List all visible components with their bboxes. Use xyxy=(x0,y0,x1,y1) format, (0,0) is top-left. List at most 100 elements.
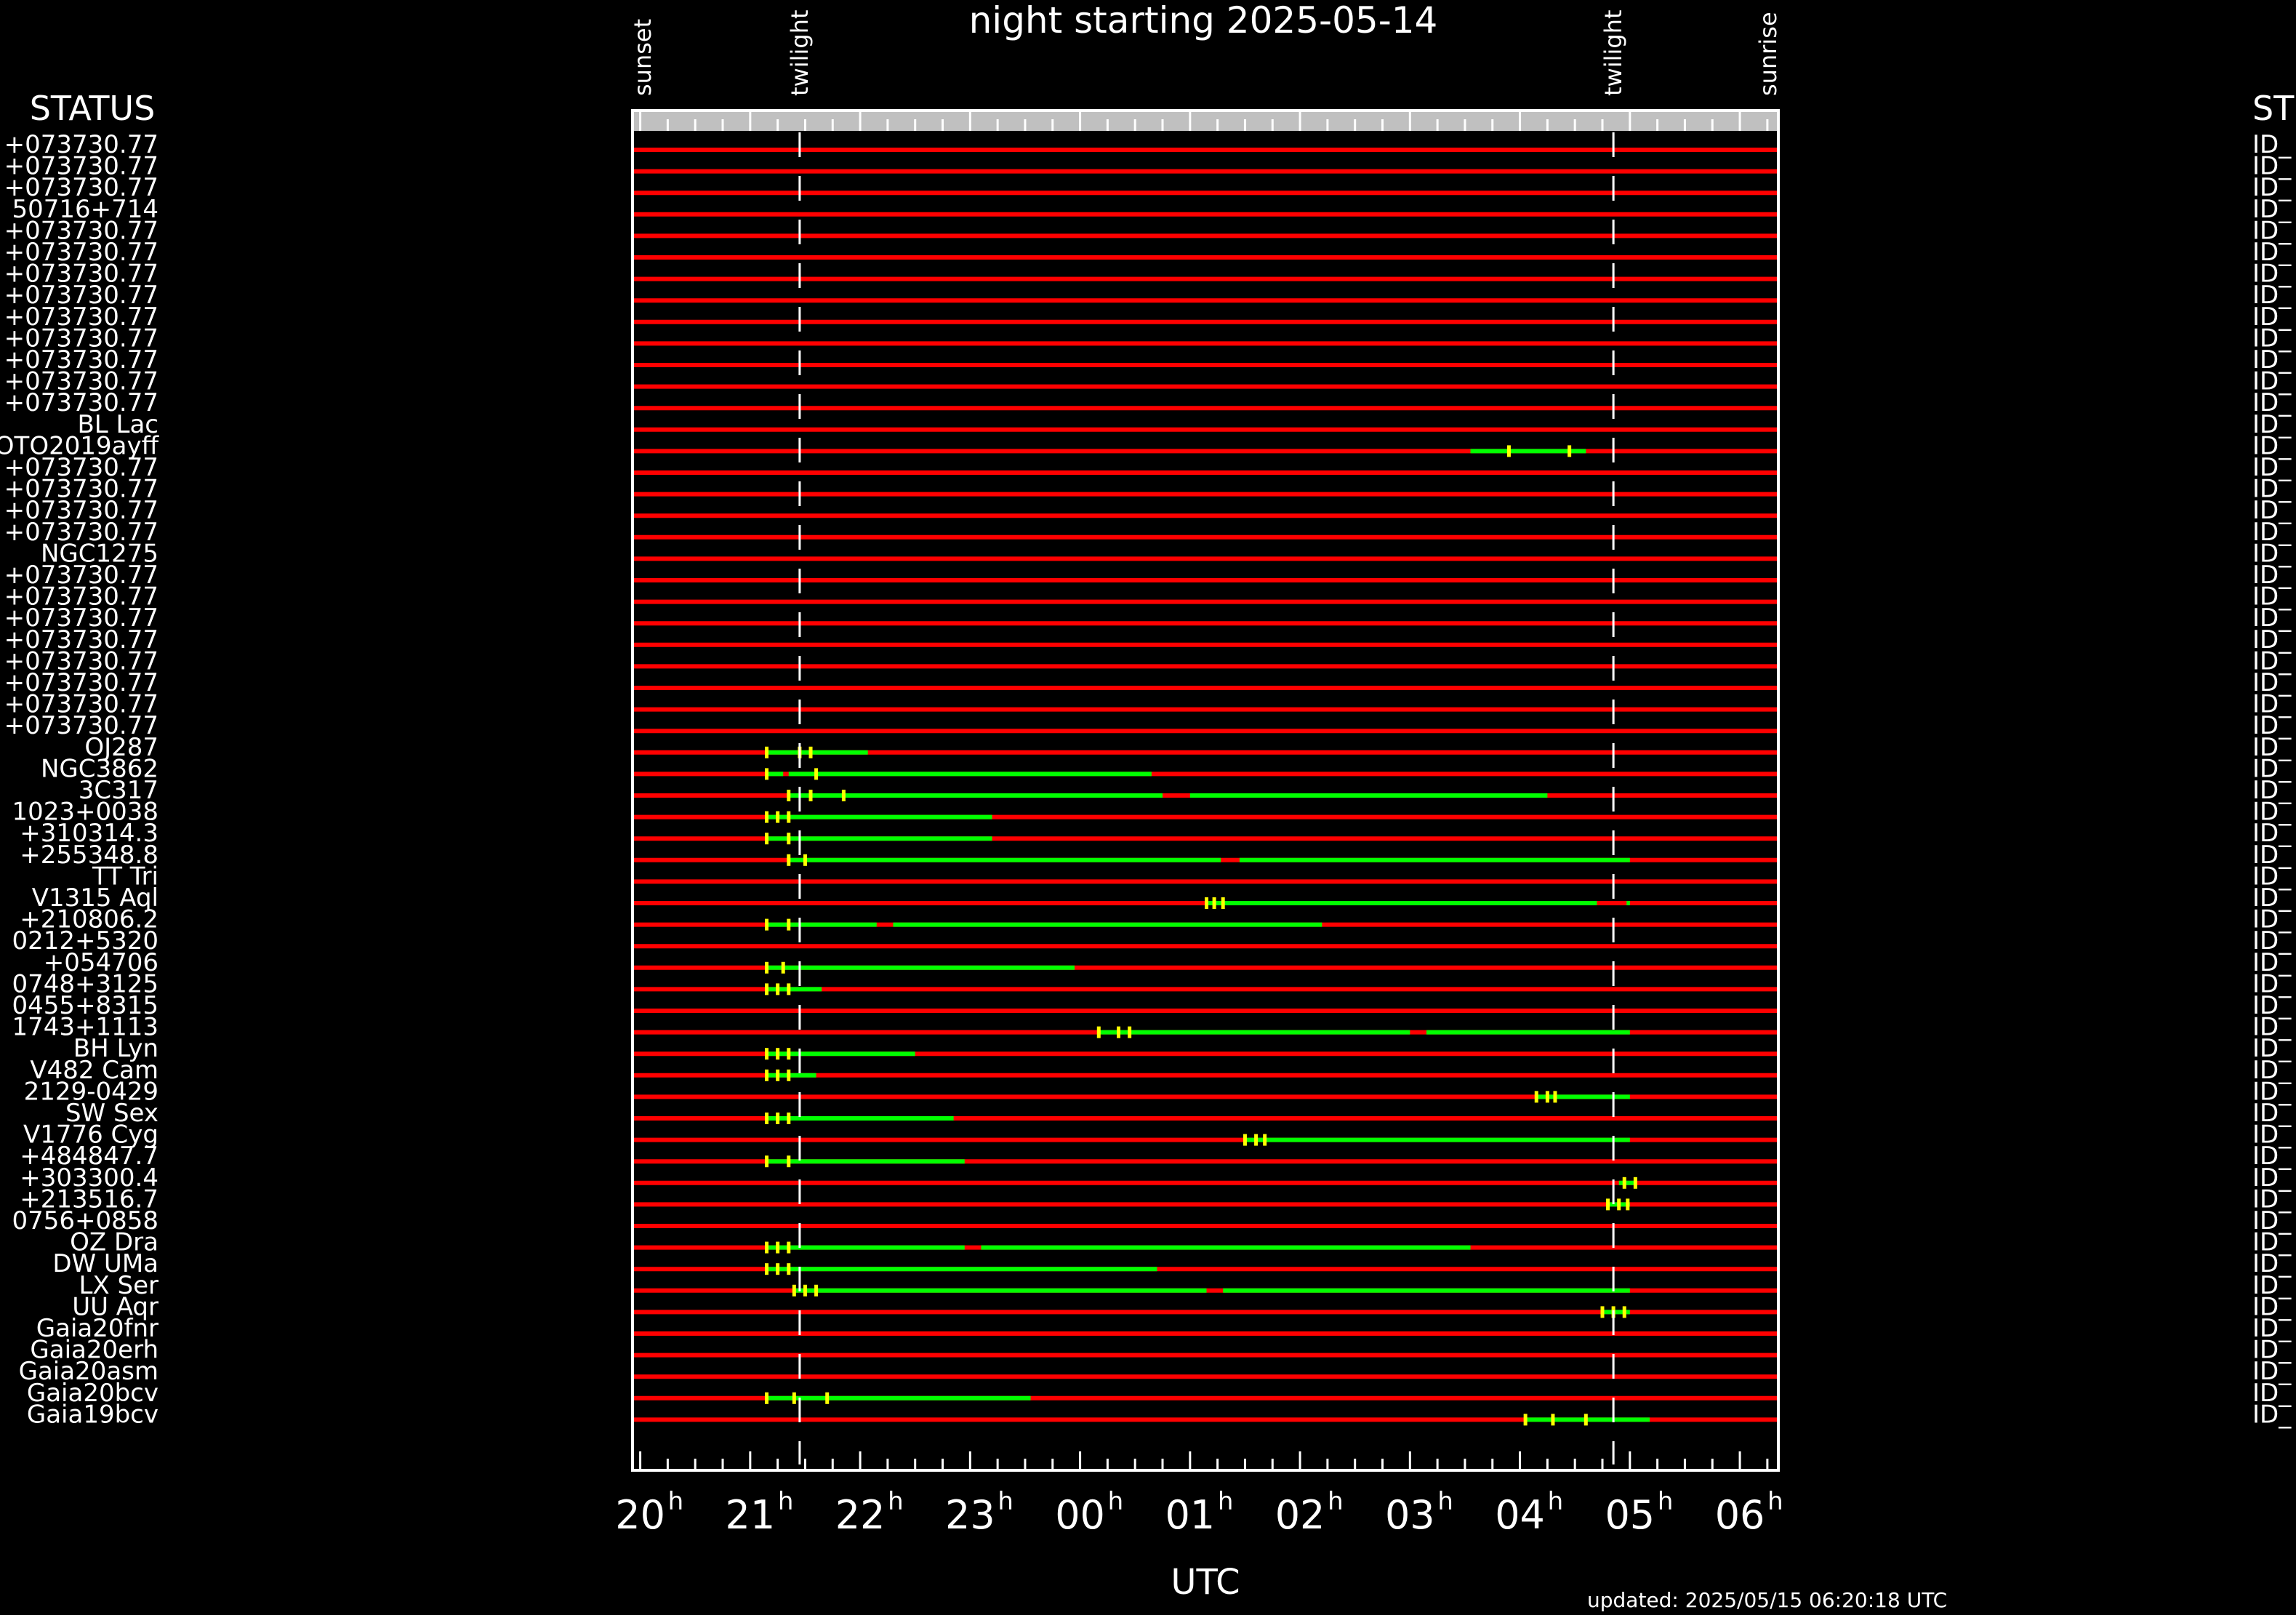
x-tick-unit: h xyxy=(1437,1487,1453,1516)
x-tick-label: 06 xyxy=(1715,1492,1765,1538)
x-tick-label: 00 xyxy=(1055,1492,1105,1538)
event-label: sunset xyxy=(629,19,657,96)
row-marker xyxy=(1212,897,1216,909)
row-marker xyxy=(1606,1198,1610,1211)
row-marker xyxy=(1551,1414,1555,1426)
x-tick-label: 04 xyxy=(1495,1492,1545,1538)
row-marker xyxy=(1205,897,1209,909)
row-marker xyxy=(1096,1026,1101,1038)
row-marker xyxy=(1243,1134,1247,1146)
x-tick-label: 05 xyxy=(1605,1492,1655,1538)
x-tick-unit: h xyxy=(1218,1487,1234,1516)
row-marker xyxy=(776,1241,780,1254)
row-marker xyxy=(765,1392,769,1404)
row-marker xyxy=(1128,1026,1132,1038)
x-tick-unit: h xyxy=(1108,1487,1124,1516)
row-marker xyxy=(1506,445,1511,457)
row-marker xyxy=(1583,1414,1588,1426)
x-tick-unit: h xyxy=(998,1487,1013,1516)
row-marker xyxy=(814,1284,819,1297)
row-marker xyxy=(787,790,791,801)
row-marker xyxy=(765,918,769,931)
row-marker xyxy=(787,1155,791,1168)
row-marker xyxy=(776,1263,780,1275)
row-marker xyxy=(814,768,819,780)
row-marker xyxy=(765,746,769,758)
row-marker xyxy=(787,811,791,823)
row-marker xyxy=(787,854,791,866)
chart-title: night starting 2025-05-14 xyxy=(969,0,1438,41)
row-marker xyxy=(808,790,813,801)
row-marker xyxy=(787,1263,791,1275)
row-marker xyxy=(765,961,769,974)
row-marker xyxy=(1117,1026,1121,1038)
updated-stamp: updated: 2025/05/15 06:20:18 UTC xyxy=(1587,1588,1947,1612)
x-axis-label: UTC xyxy=(1171,1562,1240,1603)
row-marker xyxy=(776,983,780,995)
plot-frame xyxy=(631,109,1780,1472)
row-marker xyxy=(825,1392,830,1404)
x-tick-unit: h xyxy=(1658,1487,1674,1516)
x-tick-unit: h xyxy=(1328,1487,1344,1516)
x-tick-label: 03 xyxy=(1385,1492,1435,1538)
row-marker xyxy=(1622,1306,1626,1318)
row-marker xyxy=(1221,897,1225,909)
status-header: STATUS xyxy=(30,89,156,128)
row-marker xyxy=(765,811,769,823)
row-marker xyxy=(792,1284,796,1297)
row-marker xyxy=(787,1048,791,1060)
row-marker xyxy=(765,1263,769,1275)
x-tick-label: 02 xyxy=(1275,1492,1325,1538)
x-tick-label: 20 xyxy=(615,1492,665,1538)
x-tick-unit: h xyxy=(1767,1487,1783,1516)
row-label: Gaia19bcv xyxy=(27,1400,158,1429)
row-marker xyxy=(787,983,791,995)
x-tick-label: 21 xyxy=(725,1492,775,1538)
row-marker xyxy=(776,811,780,823)
row-marker xyxy=(1568,445,1572,457)
row-marker xyxy=(776,1113,780,1124)
row-marker xyxy=(781,961,785,974)
row-marker xyxy=(765,983,769,995)
row-marker xyxy=(787,1113,791,1124)
row-marker xyxy=(1263,1134,1267,1146)
observability-chart: night starting 2025-05-14 STATUS ST UTC … xyxy=(0,0,2295,1612)
row-marker xyxy=(765,1155,769,1168)
row-marker xyxy=(765,1069,769,1081)
row-marker xyxy=(1633,1177,1637,1189)
row-marker xyxy=(808,746,813,758)
row-marker xyxy=(1523,1414,1528,1426)
row-marker xyxy=(787,1069,791,1081)
x-tick-label: 01 xyxy=(1165,1492,1215,1538)
row-marker xyxy=(765,1241,769,1254)
row-marker xyxy=(787,918,791,931)
row-marker xyxy=(1600,1306,1605,1318)
row-marker xyxy=(765,1048,769,1060)
x-tick-unit: h xyxy=(778,1487,794,1516)
event-label: twilight xyxy=(786,9,814,96)
event-label: sunrise xyxy=(1754,12,1782,96)
row-marker xyxy=(1545,1091,1549,1103)
row-marker xyxy=(1534,1091,1538,1103)
event-label: twilight xyxy=(1599,9,1627,96)
x-tick-unit: h xyxy=(1548,1487,1564,1516)
row-marker xyxy=(765,833,769,845)
row-marker xyxy=(787,1241,791,1254)
row-marker xyxy=(787,833,791,845)
x-tick-label: 22 xyxy=(835,1492,886,1538)
x-tick-unit: h xyxy=(888,1487,904,1516)
row-marker xyxy=(1617,1198,1621,1211)
row-marker xyxy=(803,1284,807,1297)
row-marker xyxy=(776,1069,780,1081)
row-marker xyxy=(792,1392,796,1404)
row-marker xyxy=(1254,1134,1259,1146)
row-marker xyxy=(1626,1198,1630,1211)
row-label-right: ID_ xyxy=(2252,1400,2292,1429)
row-marker xyxy=(803,854,807,866)
x-tick-label: 23 xyxy=(945,1492,995,1538)
row-marker xyxy=(765,768,769,780)
row-marker xyxy=(841,790,846,801)
row-marker xyxy=(1553,1091,1557,1103)
row-marker xyxy=(765,1113,769,1124)
status-header-right: ST xyxy=(2252,89,2295,128)
